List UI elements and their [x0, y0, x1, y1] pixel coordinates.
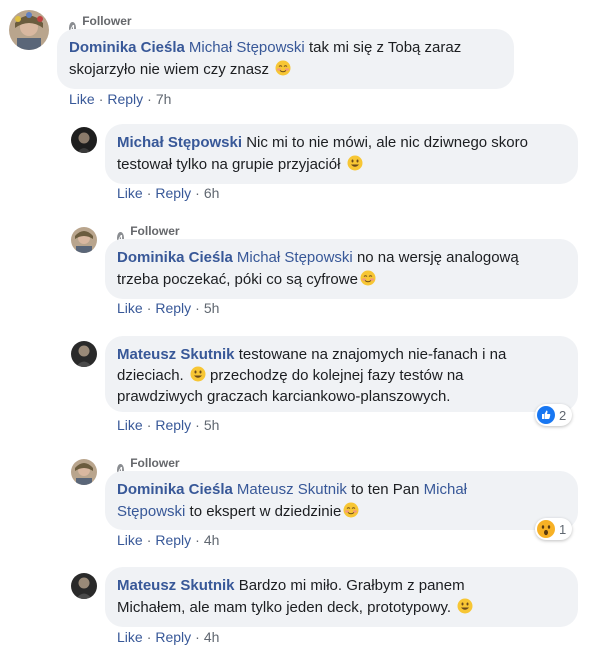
- author-name[interactable]: Mateusz Skutnik: [117, 577, 235, 594]
- grinning-emoji: [347, 155, 363, 171]
- comment-text: trzeba poczekać, póki co są cyfrowe: [117, 271, 358, 288]
- timestamp[interactable]: 5h: [204, 300, 220, 316]
- author-name[interactable]: Mateusz Skutnik: [117, 346, 235, 363]
- mention-link[interactable]: Stępowski: [117, 503, 185, 520]
- mention-link[interactable]: Mateusz Skutnik: [237, 481, 347, 498]
- separator: ·: [146, 300, 152, 316]
- avatar[interactable]: [71, 573, 97, 599]
- grinning-emoji: [190, 366, 206, 382]
- separator: ·: [146, 532, 152, 548]
- separator: ·: [146, 629, 152, 645]
- avatar[interactable]: [71, 459, 97, 485]
- comment-text: prawdziwych graczach karciankowo-planszo…: [117, 388, 451, 405]
- separator: ·: [195, 300, 200, 316]
- avatar[interactable]: [9, 10, 49, 50]
- comment-text: dzieciach.: [117, 367, 188, 384]
- author-name[interactable]: Dominika Cieśla: [117, 481, 233, 498]
- comment-bubble: Dominika Cieśla Michał Stępowski no na we…: [105, 239, 578, 299]
- comment-text: to ten Pan: [346, 481, 424, 498]
- comment-text: testowane na znajomych nie-fanach i na: [234, 346, 507, 363]
- smiling-blush-emoji: [343, 502, 359, 518]
- reaction-count: 2: [559, 407, 567, 423]
- comment-bubble: Mateusz Skutnik Bardzo mi miło. Grałbym …: [105, 567, 578, 627]
- comment-actions: Like · Reply · 6h: [117, 185, 219, 201]
- reply-link[interactable]: Reply: [107, 91, 143, 107]
- separator: ·: [195, 629, 200, 645]
- reaction-summary[interactable]: 2: [535, 404, 573, 426]
- comment-bubble: Michał Stępowski Nic mi to nie mówi, ale…: [105, 124, 578, 184]
- comment-text: Bardzo mi miło. Grałbym z panem: [234, 577, 465, 594]
- mention-link[interactable]: Michał: [424, 481, 467, 498]
- author-name[interactable]: Dominika Cieśla: [69, 39, 185, 56]
- like-link[interactable]: Like: [117, 532, 143, 548]
- smiling-blush-emoji: [275, 60, 291, 76]
- timestamp[interactable]: 4h: [204, 532, 220, 548]
- reaction-summary[interactable]: 1: [535, 518, 573, 540]
- comment-bubble: Mateusz Skutnik testowane na znajomych n…: [105, 336, 578, 412]
- comment-text: testował tylko na grupie przyjaciół: [117, 156, 345, 173]
- like-link[interactable]: Like: [117, 300, 143, 316]
- comment-text: skojarzyło nie wiem czy znasz: [69, 61, 274, 78]
- like-link[interactable]: Like: [117, 185, 143, 201]
- mention-link[interactable]: Michał Stępowski: [189, 39, 305, 56]
- mention-link[interactable]: Michał Stępowski: [237, 249, 353, 266]
- reply-link[interactable]: Reply: [155, 532, 191, 548]
- avatar[interactable]: [71, 227, 97, 253]
- reply-link[interactable]: Reply: [155, 300, 191, 316]
- comment-actions: Like · Reply · 4h: [117, 629, 219, 645]
- comment-bubble: Dominika Cieśla Mateusz Skutnik to ten Pa…: [105, 471, 578, 530]
- timestamp[interactable]: 6h: [204, 185, 220, 201]
- timestamp[interactable]: 5h: [204, 417, 220, 433]
- comment-actions: Like · Reply · 5h: [117, 300, 219, 316]
- comment-text: przechodzę do kolejnej fazy testów na: [205, 367, 464, 384]
- separator: ·: [146, 185, 152, 201]
- comment-actions: Like · Reply · 7h: [69, 91, 171, 107]
- smiling-blush-emoji: [360, 270, 376, 286]
- reaction-count: 1: [559, 521, 567, 537]
- comment-text: tak mi się z Tobą zaraz: [304, 39, 462, 56]
- like-link[interactable]: Like: [117, 629, 143, 645]
- like-reaction-icon: [537, 406, 555, 424]
- avatar[interactable]: [71, 127, 97, 153]
- timestamp[interactable]: 4h: [204, 629, 220, 645]
- grinning-emoji: [457, 598, 473, 614]
- separator: ·: [195, 417, 200, 433]
- comment-bubble: Dominika Cieśla Michał Stępowski tak mi s…: [57, 29, 514, 89]
- separator: ·: [98, 91, 104, 107]
- separator: ·: [147, 91, 152, 107]
- separator: ·: [146, 417, 152, 433]
- comment-actions: Like · Reply · 5h: [117, 417, 219, 433]
- author-name[interactable]: Dominika Cieśla: [117, 249, 233, 266]
- separator: ·: [195, 185, 200, 201]
- separator: ·: [195, 532, 200, 548]
- like-link[interactable]: Like: [117, 417, 143, 433]
- wow-reaction-icon: [537, 520, 555, 538]
- comment-text: to ekspert w dziedzinie: [185, 503, 342, 520]
- comment-text: Michałem, ale mam tylko jeden deck, prot…: [117, 599, 456, 616]
- reply-link[interactable]: Reply: [155, 417, 191, 433]
- avatar[interactable]: [71, 341, 97, 367]
- like-link[interactable]: Like: [69, 91, 95, 107]
- author-name[interactable]: Michał Stępowski: [117, 134, 242, 151]
- reply-link[interactable]: Reply: [155, 185, 191, 201]
- comment-text: Nic mi to nie mówi, ale nic dziwnego sko…: [242, 134, 528, 151]
- timestamp[interactable]: 7h: [156, 91, 172, 107]
- comment-actions: Like · Reply · 4h: [117, 532, 219, 548]
- comment-text: no na wersję analogową: [352, 249, 519, 266]
- reply-link[interactable]: Reply: [155, 629, 191, 645]
